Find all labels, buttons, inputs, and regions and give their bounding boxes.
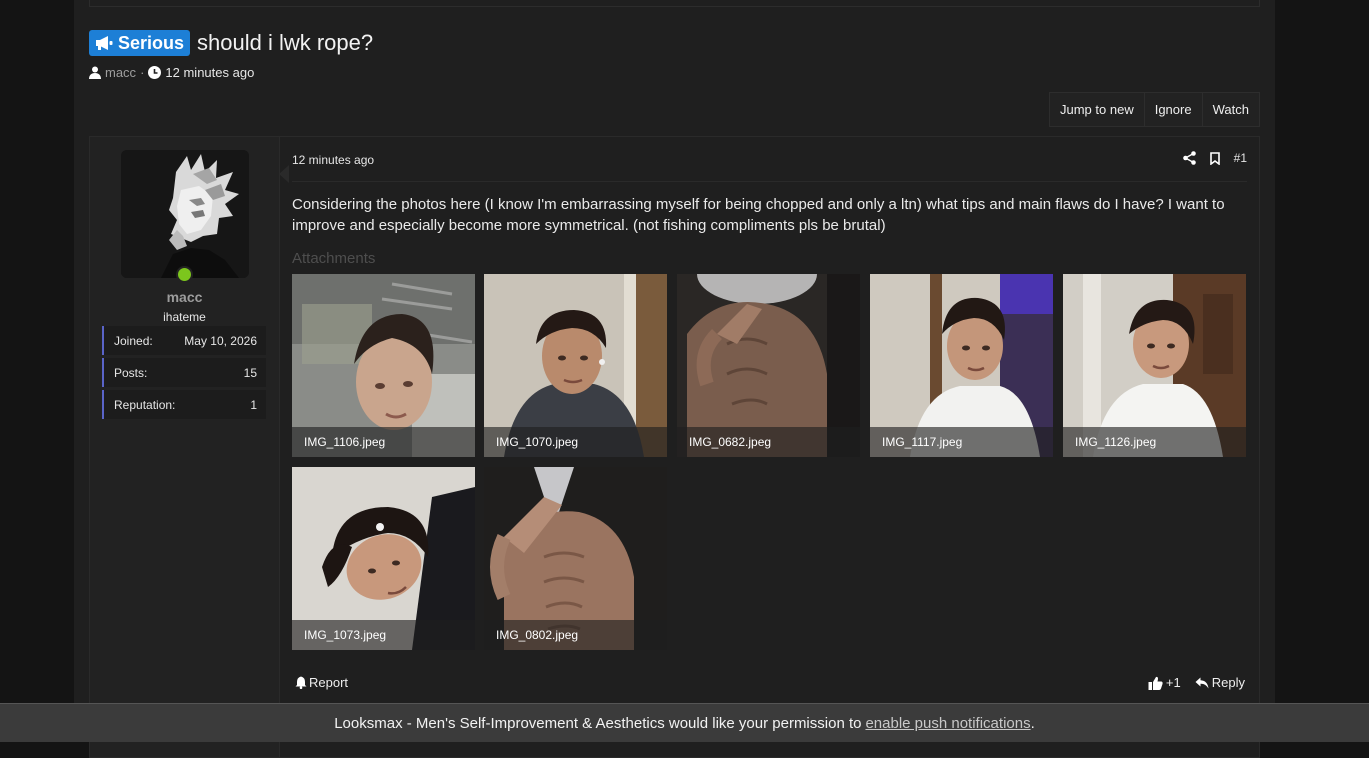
thumbs-up-icon — [1148, 676, 1163, 690]
post-message: macc ihateme Joined: May 10, 2026 Posts:… — [89, 136, 1260, 758]
post-timestamp[interactable]: 12 minutes ago — [292, 153, 374, 167]
reply-button[interactable]: Reply — [1195, 675, 1245, 690]
thread-meta: macc · 12 minutes ago — [89, 65, 254, 80]
watch-button[interactable]: Watch — [1202, 93, 1259, 126]
ignore-button[interactable]: Ignore — [1144, 93, 1203, 126]
thread-author-link[interactable]: macc — [105, 65, 136, 80]
stat-value: 15 — [243, 365, 257, 380]
attachment-thumbnail[interactable]: IMG_1070.jpeg — [484, 274, 667, 457]
thread-prefix-badge[interactable]: Serious — [89, 30, 191, 56]
user-stat-posts: Posts: 15 — [102, 358, 266, 387]
thread-action-buttons: Jump to new Ignore Watch — [1049, 92, 1260, 127]
thread-prefix-label: Serious — [118, 32, 185, 53]
online-status-indicator — [176, 266, 193, 283]
thread-title: should i lwk rope? — [197, 30, 374, 55]
attachments-label: Attachments — [292, 250, 376, 267]
user-icon — [89, 66, 101, 79]
attachment-filename: IMG_0802.jpeg — [484, 620, 667, 650]
attachment-filename: IMG_1070.jpeg — [484, 427, 667, 457]
reply-label: Reply — [1211, 675, 1245, 690]
attachment-thumbnail[interactable]: IMG_0682.jpeg — [677, 274, 860, 457]
attachment-filename: IMG_1117.jpeg — [870, 427, 1053, 457]
post-header-actions: #1 — [1182, 151, 1247, 165]
user-cell-arrow — [279, 165, 289, 183]
attachment-thumbnail[interactable]: IMG_1106.jpeg — [292, 274, 475, 457]
reaction-count: +1 — [1165, 675, 1181, 690]
post-user-cell: macc ihateme Joined: May 10, 2026 Posts:… — [90, 137, 289, 757]
user-stat-joined: Joined: May 10, 2026 — [102, 326, 266, 355]
attachment-filename: IMG_1073.jpeg — [292, 620, 475, 650]
clock-icon — [148, 66, 162, 79]
reply-icon — [1195, 677, 1209, 688]
bell-icon — [295, 676, 307, 689]
post-number-link[interactable]: #1 — [1234, 151, 1247, 165]
stat-label: Joined: — [114, 333, 153, 348]
attachment-filename: IMG_1106.jpeg — [292, 427, 475, 457]
post-body-text: Considering the photos here (I know I'm … — [292, 196, 1225, 234]
attachment-thumbnail[interactable]: IMG_1117.jpeg — [870, 274, 1053, 457]
user-stat-reputation: Reputation: 1 — [102, 390, 266, 419]
top-divider — [89, 0, 1260, 7]
jump-to-new-button[interactable]: Jump to new — [1050, 93, 1145, 126]
avatar[interactable] — [121, 150, 249, 278]
notification-period: . — [1030, 714, 1035, 732]
attachment-thumbnail[interactable]: IMG_1126.jpeg — [1063, 274, 1246, 457]
notification-text: Looksmax - Men's Self-Improvement & Aest… — [334, 714, 862, 732]
attachment-thumbnail[interactable]: IMG_1073.jpeg — [292, 467, 475, 650]
avatar-image — [121, 150, 249, 278]
user-stats: Joined: May 10, 2026 Posts: 15 Reputatio… — [102, 326, 266, 422]
thread-title-row: Serious should i lwk rope? — [89, 30, 373, 56]
attachment-filename: IMG_0682.jpeg — [677, 427, 860, 457]
post-header-divider — [292, 181, 1247, 182]
stat-value: May 10, 2026 — [184, 333, 257, 348]
enable-push-notifications-link[interactable]: enable push notifications — [865, 715, 1030, 732]
bookmark-icon[interactable] — [1209, 151, 1220, 165]
stat-value: 1 — [250, 397, 257, 412]
page-container: Serious should i lwk rope? macc · 12 min… — [74, 0, 1275, 758]
push-notification-bar: Looksmax - Men's Self-Improvement & Aest… — [0, 703, 1369, 742]
meta-separator: · — [140, 65, 145, 80]
report-link[interactable]: Report — [295, 675, 348, 690]
post-username[interactable]: macc — [90, 289, 279, 305]
share-icon[interactable] — [1182, 151, 1196, 165]
stat-label: Posts: — [114, 365, 148, 380]
post-footer-actions: +1 Reply — [1148, 675, 1245, 690]
thread-time[interactable]: 12 minutes ago — [165, 65, 254, 80]
attachment-thumbnail[interactable]: IMG_0802.jpeg — [484, 467, 667, 650]
user-title: ihateme — [163, 310, 206, 324]
report-label: Report — [309, 675, 349, 690]
attachment-filename: IMG_1126.jpeg — [1063, 427, 1246, 457]
megaphone-icon — [96, 36, 113, 50]
stat-label: Reputation: — [114, 397, 176, 412]
like-button[interactable]: +1 — [1148, 675, 1181, 690]
